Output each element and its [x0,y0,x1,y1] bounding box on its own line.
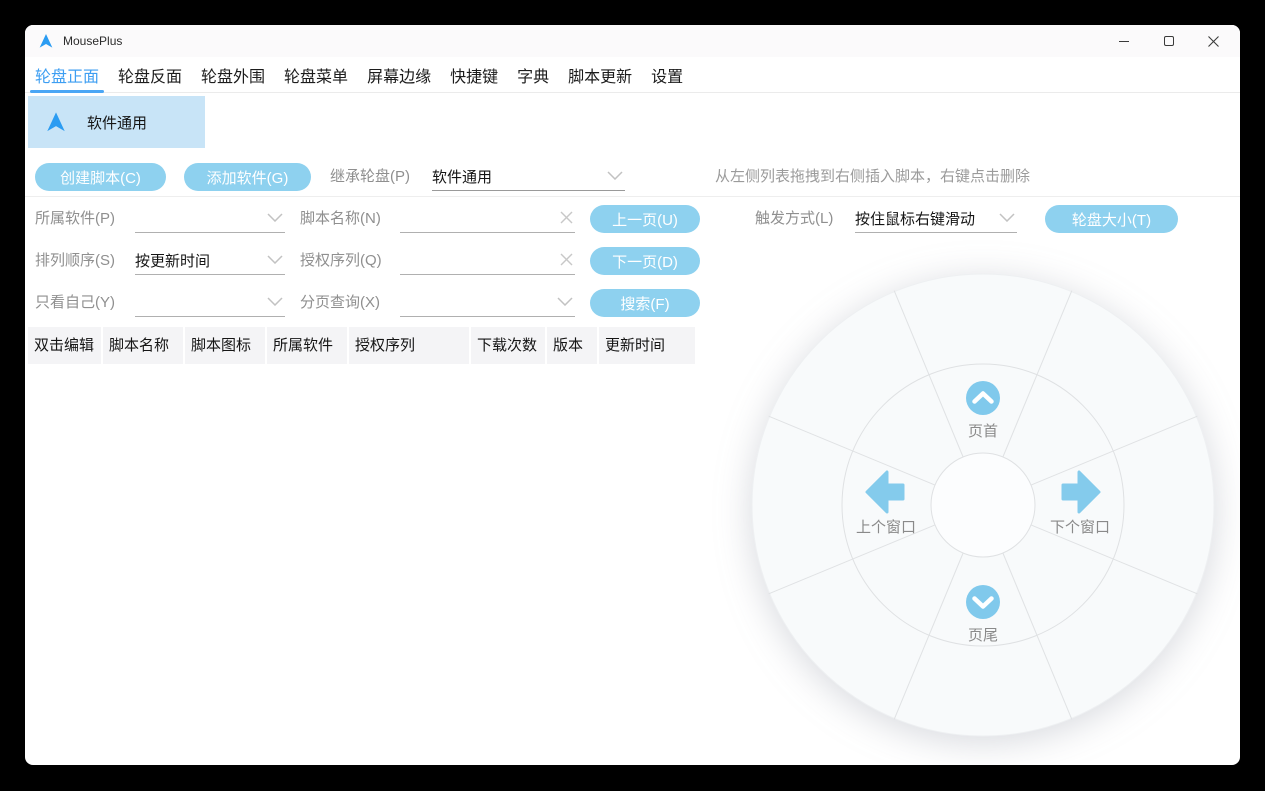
sort-order-select[interactable]: 按更新时间 [135,247,285,275]
profile-item-label: 软件通用 [87,114,148,132]
column-header[interactable]: 所属软件 [267,327,347,364]
chevron-down-icon [557,297,573,306]
script-name-label: 脚本名称(N) [300,210,381,227]
mouseplus-window: MousePlus 轮盘正面 轮盘反面 轮盘外围 轮盘菜单 屏幕边缘 快捷键 字… [25,25,1240,765]
divider [25,196,1240,197]
column-header[interactable]: 脚本图标 [185,327,265,364]
page-query-select[interactable] [400,289,575,317]
search-button[interactable]: 搜索(F) [590,289,700,317]
add-software-button[interactable]: 添加软件(G) [184,163,311,191]
clear-icon[interactable] [560,211,573,224]
owner-software-label: 所属软件(P) [35,210,115,227]
maximize-button[interactable] [1146,25,1191,57]
close-icon [1208,35,1219,47]
auth-serial-label: 授权序列(Q) [300,252,382,269]
chevron-down-icon [607,171,623,180]
main-tabbar: 轮盘正面 轮盘反面 轮盘外围 轮盘菜单 屏幕边缘 快捷键 字典 脚本更新 设置 [25,57,1240,93]
drag-hint-text: 从左侧列表拖拽到右侧插入脚本，右键点击删除 [715,168,1031,185]
column-header[interactable]: 版本 [547,327,597,364]
minimize-icon [1118,40,1129,42]
window-controls [1101,25,1236,57]
chevron-down-icon [267,297,283,306]
only-mine-select[interactable] [135,289,285,317]
profile-item-software-general[interactable]: 软件通用 [28,96,205,148]
script-table-header: 双击编辑 脚本名称 脚本图标 所属软件 授权序列 下载次数 版本 更新时间 [28,327,695,364]
script-name-field [400,205,575,233]
app-logo-icon [47,112,65,132]
column-header[interactable]: 授权序列 [349,327,469,364]
minimize-button[interactable] [1101,25,1146,57]
wheel-center-hub[interactable] [930,452,1036,558]
titlebar: MousePlus [25,25,1240,57]
tab-wheel-menu[interactable]: 轮盘菜单 [284,57,348,92]
chevron-down-icon [999,213,1015,222]
trigger-mode-value: 按住鼠标右键滑动 [855,211,976,228]
only-mine-label: 只看自己(Y) [35,294,115,311]
chevron-down-icon [267,213,283,222]
create-script-button[interactable]: 创建脚本(C) [35,163,166,191]
tab-wheel-front[interactable]: 轮盘正面 [29,57,105,93]
column-header[interactable]: 脚本名称 [103,327,183,364]
auth-serial-field [400,247,575,275]
chevron-up-circle-icon [966,381,1000,415]
app-title: MousePlus [63,34,123,48]
app-logo-icon [39,34,53,48]
trigger-mode-label: 触发方式(L) [755,210,834,227]
tab-hotkeys[interactable]: 快捷键 [450,57,498,92]
wheel-bottom-label: 页尾 [968,627,998,644]
tab-wheel-outer[interactable]: 轮盘外围 [201,57,265,92]
inherit-wheel-select[interactable]: 软件通用 [432,163,625,191]
chevron-down-icon [267,255,283,264]
owner-software-select[interactable] [135,205,285,233]
inherit-wheel-label: 继承轮盘(P) [330,168,410,185]
wheel-size-button[interactable]: 轮盘大小(T) [1045,205,1178,233]
tab-settings[interactable]: 设置 [651,57,683,92]
auth-serial-input[interactable] [400,252,556,269]
chevron-down-circle-icon [966,585,1000,619]
next-page-button[interactable]: 下一页(D) [590,247,700,275]
tab-screen-edge[interactable]: 屏幕边缘 [367,57,431,92]
close-button[interactable] [1191,25,1236,57]
wheel-top-label: 页首 [968,423,998,440]
script-name-input[interactable] [400,210,556,227]
wheel-left-label: 上个窗口 [856,518,916,536]
column-header[interactable]: 双击编辑 [28,327,101,364]
tab-wheel-back[interactable]: 轮盘反面 [118,57,182,92]
sort-order-value: 按更新时间 [135,253,211,270]
column-header[interactable]: 更新时间 [599,327,695,364]
sort-order-label: 排列顺序(S) [35,252,115,269]
gesture-wheel[interactable]: 页首 上个窗口 下个窗口 页尾 [743,265,1223,745]
column-header[interactable]: 下载次数 [471,327,545,364]
maximize-icon [1163,36,1174,46]
prev-page-button[interactable]: 上一页(U) [590,205,700,233]
page-query-label: 分页查询(X) [300,294,380,311]
inherit-wheel-value: 软件通用 [432,169,493,186]
tab-dictionary[interactable]: 字典 [517,57,549,92]
clear-icon[interactable] [560,253,573,266]
tab-script-update[interactable]: 脚本更新 [568,57,632,92]
trigger-mode-select[interactable]: 按住鼠标右键滑动 [855,205,1017,233]
wheel-right-label: 下个窗口 [1050,518,1110,536]
